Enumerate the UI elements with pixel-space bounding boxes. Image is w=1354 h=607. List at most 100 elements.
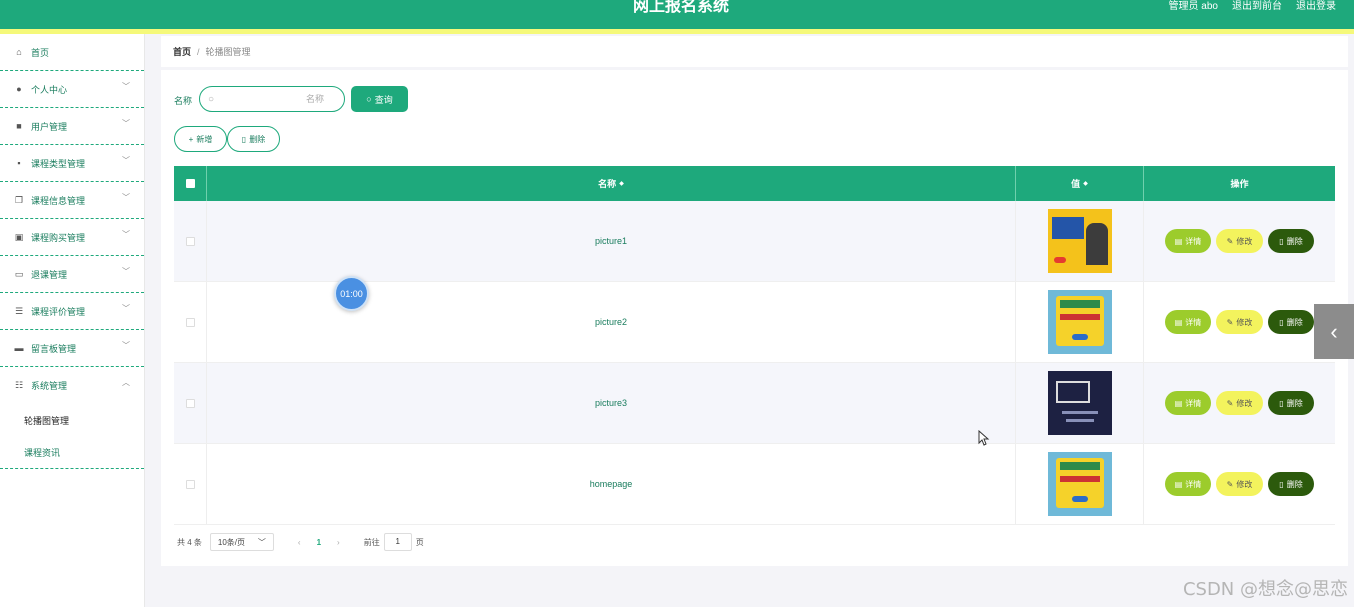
carousel-thumbnail <box>1047 371 1112 435</box>
next-page-button[interactable]: › <box>337 538 340 547</box>
system-submenu: 轮播图管理 课程资讯 <box>0 404 144 469</box>
add-button-label: 新增 <box>196 134 213 144</box>
search-box[interactable]: ○ <box>199 86 345 112</box>
table-body: picture1 ▤ 详情 ✎ 修改 ▯ 删除 picture2 ▤ 详情 ✎ … <box>174 201 1335 525</box>
header-ops: 操作 <box>1144 166 1335 201</box>
search-input[interactable] <box>214 94 325 104</box>
row-checkbox[interactable] <box>185 398 195 408</box>
header-value[interactable]: 值 ◆ <box>1016 166 1144 201</box>
to-front-link[interactable]: 退出到前台 <box>1232 0 1282 14</box>
delete-button[interactable]: ▯ 删除 <box>1268 391 1314 415</box>
sidebar-item-course-info[interactable]: ❐ 课程信息管理 ﹀ <box>0 182 144 219</box>
row-name: picture1 <box>594 236 628 246</box>
page-number[interactable]: 1 <box>317 538 321 547</box>
table-row: picture1 ▤ 详情 ✎ 修改 ▯ 删除 <box>174 201 1335 282</box>
carousel-thumbnail <box>1047 209 1112 273</box>
sidebar-item-label: 退课管理 <box>31 269 68 280</box>
sidebar-subitem-course-news[interactable]: 课程资讯 <box>0 436 144 468</box>
carousel-thumbnail <box>1047 452 1112 516</box>
row-ops-cell: ▤ 详情 ✎ 修改 ▯ 删除 <box>1144 444 1335 524</box>
timer-bubble[interactable]: 01:00 <box>334 276 369 311</box>
edit-button[interactable]: ✎ 修改 <box>1216 310 1263 334</box>
chevron-down-icon: ﹀ <box>122 341 130 350</box>
chevron-up-icon: ︿ <box>122 378 130 387</box>
row-name: picture2 <box>594 317 628 327</box>
header-name[interactable]: 名称 ◆ <box>207 166 1016 201</box>
row-checkbox[interactable] <box>185 479 195 489</box>
delete-label: 删除 <box>1286 236 1303 246</box>
row-checkbox[interactable] <box>185 236 195 246</box>
select-all-checkbox[interactable] <box>185 179 195 188</box>
header-check-cell <box>174 166 207 201</box>
chevron-down-icon: ﹀ <box>122 82 130 91</box>
page-size-select[interactable]: 10条/页 ﹀ <box>209 533 274 551</box>
row-name: homepage <box>589 479 633 489</box>
row-value-cell <box>1016 282 1144 362</box>
sidebar-item-course-review[interactable]: ☰ 课程评价管理 ﹀ <box>0 293 144 330</box>
printer-icon: ▬ <box>14 343 24 353</box>
sidebar-item-users[interactable]: ■ 用户管理 ﹀ <box>0 108 144 145</box>
query-button-label: 查询 <box>374 94 393 105</box>
edit-label: 修改 <box>1236 479 1253 489</box>
batch-delete-button[interactable]: ▯ 删除 <box>227 126 280 152</box>
data-table: 名称 ◆ 值 ◆ 操作 picture1 ▤ 详情 ✎ 修改 ▯ 删除 pict… <box>174 166 1335 525</box>
sidebar-item-system[interactable]: ☷ 系统管理 ︿ <box>0 367 144 404</box>
edit-button[interactable]: ✎ 修改 <box>1216 472 1263 496</box>
pencil-icon: ✎ <box>1226 479 1234 489</box>
collapse-panel-button[interactable]: ‹ <box>1314 304 1354 359</box>
header-ops-label: 操作 <box>1230 179 1249 189</box>
header-name-label: 名称 <box>598 179 617 189</box>
breadcrumb-home[interactable]: 首页 <box>173 45 191 58</box>
sidebar-item-course-type[interactable]: ▪ 课程类型管理 ﹀ <box>0 145 144 182</box>
trash-icon: ▯ <box>1279 236 1284 246</box>
sidebar-subitem-carousel[interactable]: 轮播图管理 <box>0 404 144 436</box>
chevron-down-icon: ﹀ <box>122 304 130 313</box>
sidebar-item-drop-course[interactable]: ▭ 退课管理 ﹀ <box>0 256 144 293</box>
prev-page-button[interactable]: ‹ <box>298 538 301 547</box>
query-button[interactable]: ○ 查询 <box>351 86 408 112</box>
delete-button[interactable]: ▯ 删除 <box>1268 472 1314 496</box>
sidebar-item-personal[interactable]: ● 个人中心 ﹀ <box>0 71 144 108</box>
delete-button[interactable]: ▯ 删除 <box>1268 229 1314 253</box>
row-check-cell <box>174 201 207 281</box>
pagination: 共 4 条 10条/页 ﹀ ‹ 1 › 前往 1 页 <box>177 533 424 551</box>
sidebar-item-label: 课程评价管理 <box>31 306 86 317</box>
message-icon: ▭ <box>14 268 24 279</box>
sidebar-item-home[interactable]: ⌂ 首页 <box>0 34 144 71</box>
chevron-down-icon: ﹀ <box>122 267 130 276</box>
detail-button[interactable]: ▤ 详情 <box>1165 229 1211 253</box>
edit-button[interactable]: ✎ 修改 <box>1216 391 1263 415</box>
sliders-icon: ☷ <box>14 380 24 390</box>
row-name-cell: picture1 <box>207 201 1016 281</box>
main-panel: 名称 ○ ○ 查询 + 新增 ▯ 删除 名称 ◆ 值 ◆ 操作 <box>161 70 1348 566</box>
detail-button[interactable]: ▤ 详情 <box>1165 310 1211 334</box>
sidebar-item-message-board[interactable]: ▬ 留言板管理 ﹀ <box>0 330 144 367</box>
delete-button[interactable]: ▯ 删除 <box>1268 310 1314 334</box>
plus-icon: + <box>188 134 194 144</box>
row-value-cell <box>1016 363 1144 443</box>
document-icon: ▤ <box>1174 236 1183 246</box>
breadcrumb-current: 轮播图管理 <box>205 47 251 57</box>
pagination-total: 共 4 条 <box>177 537 202 547</box>
breadcrumb-separator: / <box>197 46 200 57</box>
detail-label: 详情 <box>1185 236 1202 246</box>
clipboard-icon: ▣ <box>14 231 24 242</box>
sidebar-item-course-purchase[interactable]: ▣ 课程购买管理 ﹀ <box>0 219 144 256</box>
edit-button[interactable]: ✎ 修改 <box>1216 229 1263 253</box>
top-header: 网上报名系统 管理员 abo 退出到前台 退出登录 <box>0 0 1354 29</box>
edit-label: 修改 <box>1236 317 1253 327</box>
mouse-cursor-icon <box>978 430 990 446</box>
add-button[interactable]: + 新增 <box>174 126 227 152</box>
table-row: picture3 ▤ 详情 ✎ 修改 ▯ 删除 <box>174 363 1335 444</box>
row-check-cell <box>174 282 207 362</box>
row-ops-cell: ▤ 详情 ✎ 修改 ▯ 删除 <box>1144 363 1335 443</box>
detail-button[interactable]: ▤ 详情 <box>1165 391 1211 415</box>
goto-page-input[interactable]: 1 <box>383 533 412 551</box>
row-ops-cell: ▤ 详情 ✎ 修改 ▯ 删除 <box>1144 282 1335 362</box>
delete-label: 删除 <box>1286 479 1303 489</box>
detail-button[interactable]: ▤ 详情 <box>1165 472 1211 496</box>
logout-link[interactable]: 退出登录 <box>1296 0 1336 14</box>
row-checkbox[interactable] <box>185 317 195 327</box>
copy-icon: ❐ <box>14 194 24 205</box>
chevron-left-icon: ‹ <box>1330 318 1338 344</box>
